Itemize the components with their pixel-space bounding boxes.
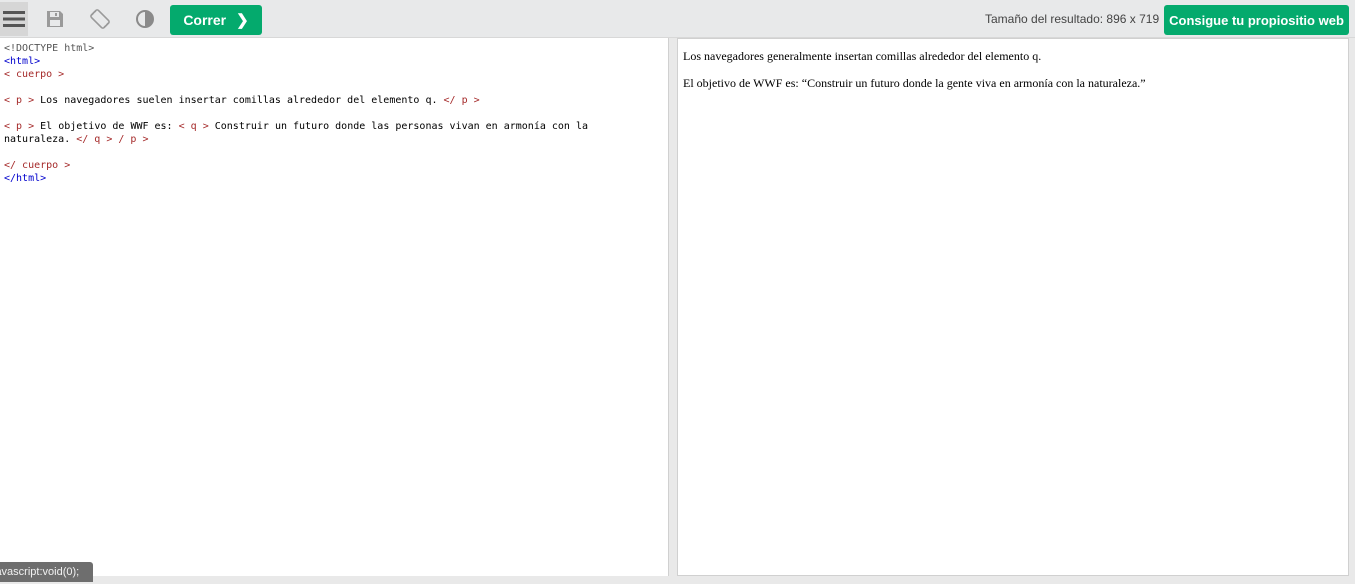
theme-toggle-button[interactable] <box>126 2 164 36</box>
code-text-token: Los navegadores suelen insertar comillas… <box>34 95 444 106</box>
result-paragraph-2: El objetivo de WWF es: “Construir un fut… <box>683 76 1146 90</box>
code-text-token: naturaleza. <box>4 134 77 145</box>
code-tag-token: </html> <box>4 173 47 184</box>
code-line: <!DOCTYPE html> <box>4 42 668 55</box>
code-text[interactable]: <!DOCTYPE html> <html> < cuerpo > < p > Los… <box>0 38 668 185</box>
result-content: Los navegadores generalmente insertan co… <box>678 39 1348 90</box>
result-paragraph-1: Los navegadores generalmente insertan co… <box>683 49 1042 63</box>
menu-icon <box>3 11 25 27</box>
code-line: naturaleza. </ q > / p > <box>4 133 668 146</box>
status-bar-text: javascript:void(0); <box>0 566 80 578</box>
get-website-button[interactable]: Consigue tu propiositio web <box>1164 5 1349 35</box>
run-button-label: Correr <box>183 12 227 28</box>
code-tag-token: < p > <box>4 121 35 132</box>
result-size-label: Tamaño del resultado: 896 x 719 <box>985 12 1160 26</box>
code-line: <html> <box>4 55 668 68</box>
save-button[interactable] <box>36 2 74 36</box>
rotate-icon <box>90 9 110 29</box>
status-bar-url: javascript:void(0); <box>0 562 93 582</box>
code-line: </ cuerpo > <box>4 159 668 172</box>
result-panel: Los navegadores generalmente insertan co… <box>677 38 1349 576</box>
code-tag-token: </ p > <box>443 95 480 106</box>
code-text-token: El objetivo de WWF es: <box>34 121 179 132</box>
code-tag-token: < p > <box>4 95 35 106</box>
contrast-icon <box>136 10 154 28</box>
code-tag-token: < q > <box>178 121 209 132</box>
code-line: < cuerpo > <box>4 68 668 81</box>
run-button[interactable]: Correr ❯ <box>170 5 262 35</box>
code-line: </html> <box>4 172 668 185</box>
chevron-right-icon: ❯ <box>236 12 249 29</box>
code-tag-token: </ cuerpo > <box>4 160 71 171</box>
code-text-token: Construir un futuro donde las personas v… <box>208 121 589 132</box>
code-line: < p > El objetivo de WWF es: < q > Const… <box>4 120 668 133</box>
rotate-button[interactable] <box>81 2 119 36</box>
toolbar: Correr ❯ Tamaño del resultado: 896 x 719… <box>0 0 1355 38</box>
code-editor[interactable]: <!DOCTYPE html> <html> < cuerpo > < p > Los… <box>0 38 669 576</box>
code-tag-token: < cuerpo > <box>4 69 65 80</box>
code-tag-token: <!DOCTYPE html> <box>4 43 95 54</box>
code-tag-token: <html> <box>4 56 41 67</box>
code-tag-token: </ q > / p > <box>76 134 149 145</box>
save-icon <box>47 11 63 27</box>
menu-button[interactable] <box>0 2 28 36</box>
code-line: < p > Los navegadores suelen insertar co… <box>4 94 668 107</box>
